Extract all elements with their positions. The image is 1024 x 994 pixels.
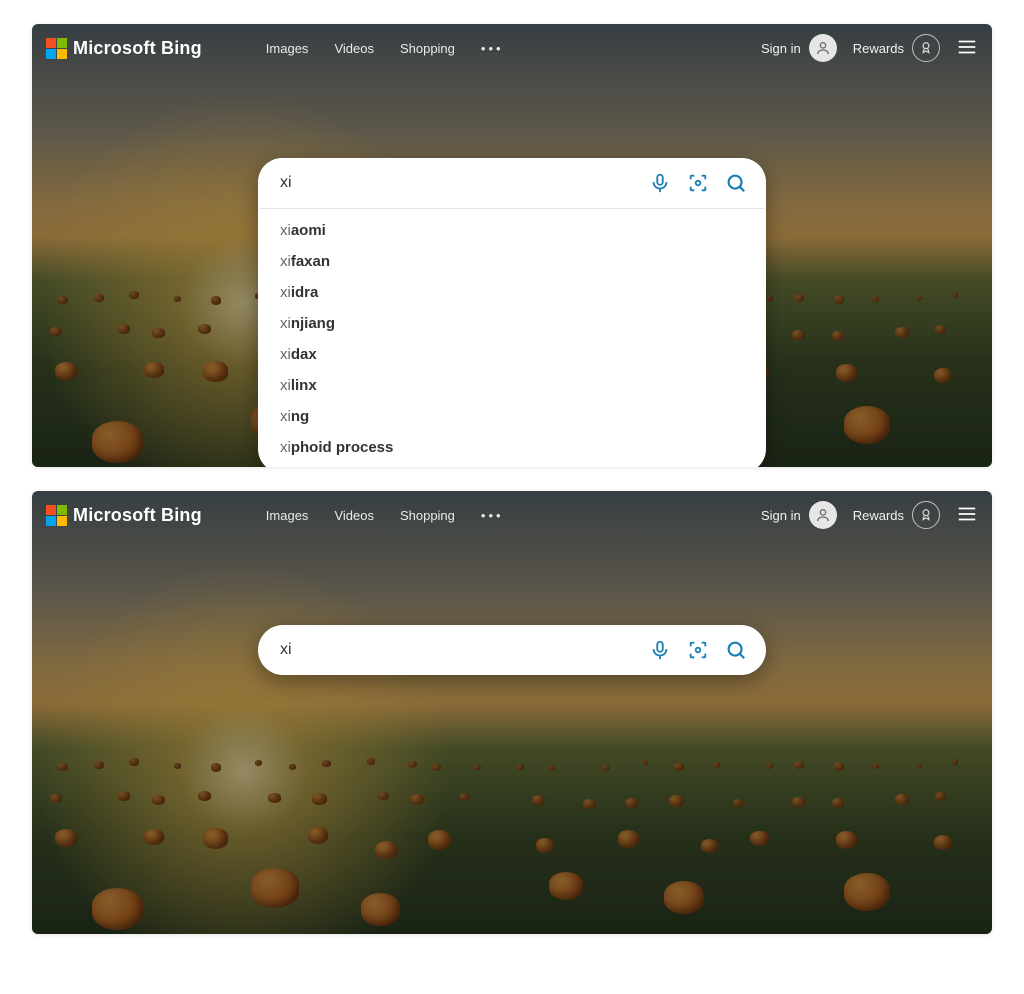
suggestion-item[interactable]: xiaomi bbox=[258, 215, 766, 246]
topbar-right: Sign in Rewards bbox=[761, 34, 978, 62]
suggestion-rest: dax bbox=[291, 346, 317, 363]
suggestion-item[interactable]: xilinx bbox=[258, 370, 766, 401]
search-icons bbox=[646, 636, 756, 664]
suggestion-rest: aomi bbox=[291, 222, 326, 239]
suggestion-item[interactable]: xing bbox=[258, 401, 766, 432]
sign-in-button[interactable]: Sign in bbox=[761, 501, 837, 529]
topbar: Microsoft Bing Images Videos Shopping ••… bbox=[32, 24, 992, 72]
search-row bbox=[258, 158, 766, 208]
hamburger-menu-icon[interactable] bbox=[956, 503, 978, 528]
image-search-icon[interactable] bbox=[684, 169, 712, 197]
search-area bbox=[258, 625, 766, 675]
bing-logo[interactable]: Microsoft Bing bbox=[46, 505, 202, 526]
suggestion-prefix: xi bbox=[280, 346, 291, 363]
brand-text: Microsoft Bing bbox=[73, 505, 202, 526]
panel-without-suggestions: Microsoft Bing Images Videos Shopping ••… bbox=[32, 491, 992, 934]
panel-with-suggestions: Microsoft Bing Images Videos Shopping ••… bbox=[32, 24, 992, 467]
search-submit-icon[interactable] bbox=[722, 636, 750, 664]
search-box: xiaomixifaxanxiidraxinjiangxidaxxilinxxi… bbox=[258, 158, 766, 467]
user-avatar-icon bbox=[809, 501, 837, 529]
suggestion-rest: njiang bbox=[291, 315, 335, 332]
voice-search-icon[interactable] bbox=[646, 636, 674, 664]
sign-in-label: Sign in bbox=[761, 508, 801, 523]
search-row bbox=[258, 625, 766, 675]
suggestion-rest: faxan bbox=[291, 253, 330, 270]
suggestion-rest: ng bbox=[291, 408, 309, 425]
microsoft-logo-icon bbox=[46, 505, 67, 526]
rewards-label: Rewards bbox=[853, 508, 904, 523]
search-input[interactable] bbox=[280, 641, 646, 659]
topbar: Microsoft Bing Images Videos Shopping ••… bbox=[32, 491, 992, 539]
nav-shopping[interactable]: Shopping bbox=[400, 508, 455, 523]
suggestion-item[interactable]: xidax bbox=[258, 339, 766, 370]
suggestion-prefix: xi bbox=[280, 222, 291, 239]
search-input[interactable] bbox=[280, 174, 646, 192]
suggestion-item[interactable]: xiphoid process bbox=[258, 432, 766, 463]
microsoft-logo-icon bbox=[46, 38, 67, 59]
suggestion-prefix: xi bbox=[280, 284, 291, 301]
suggestion-prefix: xi bbox=[280, 377, 291, 394]
rewards-label: Rewards bbox=[853, 41, 904, 56]
suggestion-prefix: xi bbox=[280, 439, 291, 456]
nav-images[interactable]: Images bbox=[266, 41, 309, 56]
search-box bbox=[258, 625, 766, 675]
rewards-button[interactable]: Rewards bbox=[853, 34, 940, 62]
suggestion-item[interactable]: xinjiang bbox=[258, 308, 766, 339]
suggestion-item[interactable]: xifaxan bbox=[258, 246, 766, 277]
suggestion-rest: linx bbox=[291, 377, 317, 394]
suggestion-prefix: xi bbox=[280, 315, 291, 332]
suggestion-rest: phoid process bbox=[291, 439, 394, 456]
suggestion-prefix: xi bbox=[280, 408, 291, 425]
suggestion-rest: idra bbox=[291, 284, 319, 301]
hamburger-menu-icon[interactable] bbox=[956, 36, 978, 61]
suggestion-list: xiaomixifaxanxiidraxinjiangxidaxxilinxxi… bbox=[258, 209, 766, 467]
sign-in-label: Sign in bbox=[761, 41, 801, 56]
nav-images[interactable]: Images bbox=[266, 508, 309, 523]
voice-search-icon[interactable] bbox=[646, 169, 674, 197]
nav-links: Images Videos Shopping ••• bbox=[266, 41, 499, 56]
sign-in-button[interactable]: Sign in bbox=[761, 34, 837, 62]
rewards-button[interactable]: Rewards bbox=[853, 501, 940, 529]
bing-logo[interactable]: Microsoft Bing bbox=[46, 38, 202, 59]
rewards-badge-icon bbox=[912, 501, 940, 529]
nav-shopping[interactable]: Shopping bbox=[400, 41, 455, 56]
image-search-icon[interactable] bbox=[684, 636, 712, 664]
background-pumpkins bbox=[32, 491, 992, 934]
suggestion-prefix: xi bbox=[280, 253, 291, 270]
suggestion-item[interactable]: xiidra bbox=[258, 277, 766, 308]
nav-videos[interactable]: Videos bbox=[334, 41, 374, 56]
user-avatar-icon bbox=[809, 34, 837, 62]
nav-videos[interactable]: Videos bbox=[334, 508, 374, 523]
search-submit-icon[interactable] bbox=[722, 169, 750, 197]
search-icons bbox=[646, 169, 756, 197]
nav-more-icon[interactable]: ••• bbox=[481, 508, 499, 523]
nav-links: Images Videos Shopping ••• bbox=[266, 508, 499, 523]
nav-more-icon[interactable]: ••• bbox=[481, 41, 499, 56]
topbar-right: Sign in Rewards bbox=[761, 501, 978, 529]
search-area: xiaomixifaxanxiidraxinjiangxidaxxilinxxi… bbox=[258, 158, 766, 467]
brand-text: Microsoft Bing bbox=[73, 38, 202, 59]
rewards-badge-icon bbox=[912, 34, 940, 62]
